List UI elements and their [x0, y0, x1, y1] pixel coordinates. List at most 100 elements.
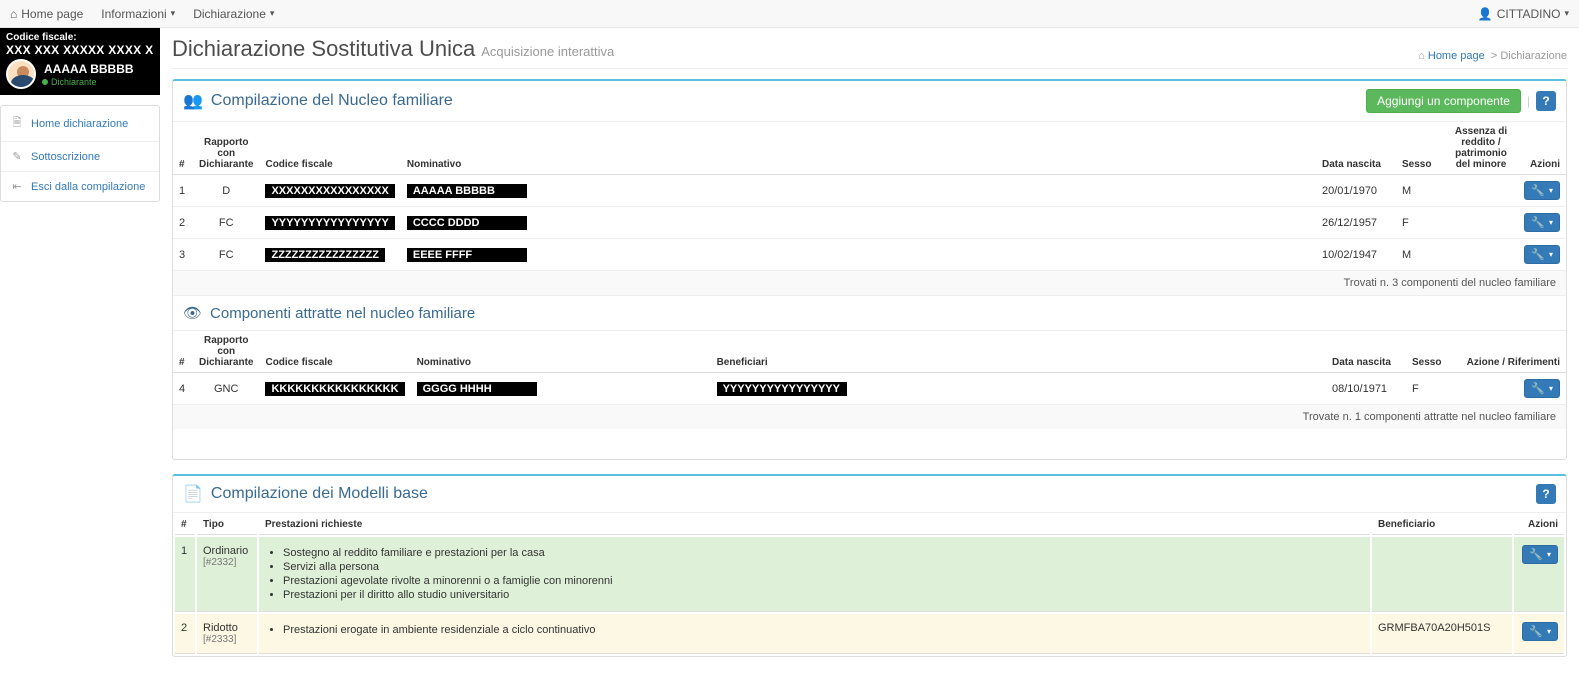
- help-button[interactable]: ?: [1536, 484, 1556, 504]
- cell-prestazioni: Prestazioni erogate in ambiente residenz…: [259, 614, 1370, 654]
- document-icon: 🗎: [11, 114, 23, 133]
- cf-value: XXX XXX XXXXX XXXX X: [6, 43, 154, 57]
- cell-idx: 4: [173, 373, 193, 405]
- cell-sesso: F: [1396, 207, 1446, 239]
- add-componente-button[interactable]: Aggiungi un componente: [1366, 89, 1521, 113]
- wrench-icon: 🔧: [1531, 248, 1545, 261]
- help-button[interactable]: ?: [1536, 91, 1556, 111]
- nav-home[interactable]: ⌂Home page: [10, 7, 83, 21]
- caret-down-icon: ▾: [1564, 8, 1569, 19]
- wrench-icon: 🔧: [1529, 548, 1543, 561]
- cell-beneficiario: GRMFBA70A20H501S: [1372, 614, 1512, 654]
- prestazione-item: Servizi alla persona: [283, 561, 1364, 573]
- cell-cf: XXXXXXXXXXXXXXXX: [259, 175, 400, 207]
- attratte-table: # Rapporto con Dichiarante Codice fiscal…: [173, 331, 1566, 405]
- panel-attratte-title: 👁Componenti attratte nel nucleo familiar…: [183, 304, 1556, 322]
- menu-sottoscrizione[interactable]: ✎Sottoscrizione: [1, 142, 159, 172]
- identity-box: Codice fiscale: XXX XXX XXXXX XXXX X AAA…: [0, 28, 160, 95]
- prestazione-item: Prestazioni erogate in ambiente residenz…: [283, 624, 1364, 636]
- cell-sesso: F: [1406, 373, 1456, 405]
- home-icon: ⌂: [10, 7, 17, 21]
- wrench-icon: 🔧: [1529, 625, 1543, 638]
- exit-icon: ⇤: [11, 180, 23, 193]
- col-nascita: Data nascita: [1316, 122, 1396, 175]
- file-icon: 📄: [183, 484, 203, 504]
- panel-nucleo: 👥Compilazione del Nucleo familiare Aggiu…: [172, 79, 1567, 460]
- cell-cf: ZZZZZZZZZZZZZZZZ: [259, 239, 400, 271]
- prestazione-item: Prestazioni agevolate rivolte a minorenn…: [283, 575, 1364, 587]
- cf-label: Codice fiscale:: [6, 32, 154, 43]
- avatar: [6, 59, 36, 89]
- col-a-azioni: Azione / Riferimenti: [1456, 331, 1566, 373]
- eye-icon: 👁: [183, 304, 202, 322]
- table-row: 1Ordinario[#2332]Sostegno al reddito fam…: [175, 537, 1564, 612]
- actions-button[interactable]: 🔧▾: [1524, 245, 1560, 264]
- col-assenza: Assenza di reddito / patrimonio del mino…: [1446, 122, 1516, 175]
- nav-user[interactable]: 👤CITTADINO▾: [1478, 7, 1569, 21]
- cell-code: [#2332]: [203, 557, 251, 568]
- cell-cf: YYYYYYYYYYYYYYYY: [259, 207, 400, 239]
- caret-down-icon: ▾: [1549, 218, 1553, 227]
- cell-assenza: [1446, 207, 1516, 239]
- menu-esci[interactable]: ⇤Esci dalla compilazione: [1, 172, 159, 201]
- col-m-prest: Prestazioni richieste: [259, 515, 1370, 535]
- edit-icon: ✎: [11, 150, 23, 163]
- breadcrumb-home[interactable]: Home page: [1428, 50, 1485, 62]
- cell-sesso: M: [1396, 175, 1446, 207]
- modelli-table: # Tipo Prestazioni richieste Beneficiari…: [173, 513, 1566, 656]
- cell-code: [#2333]: [203, 634, 251, 645]
- cell-nascita: 08/10/1971: [1326, 373, 1406, 405]
- actions-button[interactable]: 🔧▾: [1524, 181, 1560, 200]
- wrench-icon: 🔧: [1531, 216, 1545, 229]
- panel-nucleo-title: 👥Compilazione del Nucleo familiare: [183, 91, 453, 111]
- cell-nome: EEEE FFFF: [401, 239, 1316, 271]
- breadcrumb: ⌂ Home page > Dichiarazione: [1418, 50, 1567, 62]
- caret-down-icon: ▾: [171, 8, 176, 19]
- cell-nome: GGGG HHHH: [411, 373, 711, 405]
- col-cf: Codice fiscale: [259, 122, 400, 175]
- actions-button[interactable]: 🔧▾: [1522, 545, 1558, 564]
- col-nome: Nominativo: [401, 122, 1316, 175]
- caret-down-icon: ▾: [1549, 250, 1553, 259]
- cell-idx: 3: [173, 239, 193, 271]
- cell-assenza: [1446, 239, 1516, 271]
- cell-nascita: 10/02/1947: [1316, 239, 1396, 271]
- caret-down-icon: ▾: [1549, 384, 1553, 393]
- col-azioni: Azioni: [1516, 122, 1566, 175]
- cell-cf: KKKKKKKKKKKKKKKK: [259, 373, 410, 405]
- col-a-cf: Codice fiscale: [259, 331, 410, 373]
- actions-button[interactable]: 🔧▾: [1524, 213, 1560, 232]
- cell-idx: 1: [175, 537, 195, 612]
- nucleo-table: # Rapporto con Dichiarante Codice fiscal…: [173, 122, 1566, 271]
- col-rapporto: Rapporto con Dichiarante: [193, 122, 259, 175]
- col-a-sesso: Sesso: [1406, 331, 1456, 373]
- wrench-icon: 🔧: [1531, 382, 1545, 395]
- panel-modelli-title: 📄Compilazione dei Modelli base: [183, 484, 428, 504]
- actions-button[interactable]: 🔧▾: [1522, 622, 1558, 641]
- cell-nascita: 26/12/1957: [1316, 207, 1396, 239]
- col-a-nome: Nominativo: [411, 331, 711, 373]
- actions-button[interactable]: 🔧▾: [1524, 379, 1560, 398]
- cell-azioni: 🔧▾: [1516, 175, 1566, 207]
- table-row: 1DXXXXXXXXXXXXXXXXAAAAA BBBBB20/01/1970M…: [173, 175, 1566, 207]
- nav-informazioni[interactable]: Informazioni▾: [101, 7, 175, 21]
- cell-rapporto: D: [193, 175, 259, 207]
- col-m-benef: Beneficiario: [1372, 515, 1512, 535]
- cell-idx: 2: [173, 207, 193, 239]
- col-idx: #: [173, 122, 193, 175]
- cell-tipo: Ordinario[#2332]: [197, 537, 257, 612]
- wrench-icon: 🔧: [1531, 184, 1545, 197]
- menu-home-dichiarazione[interactable]: 🗎Home dichiarazione: [1, 106, 159, 142]
- cell-idx: 1: [173, 175, 193, 207]
- nav-dichiarazione[interactable]: Dichiarazione▾: [193, 7, 274, 21]
- cell-azioni: 🔧▾: [1516, 239, 1566, 271]
- nucleo-footer: Trovati n. 3 componenti del nucleo famil…: [173, 271, 1566, 295]
- col-m-tipo: Tipo: [197, 515, 257, 535]
- cell-azioni: 🔧▾: [1456, 373, 1566, 405]
- cell-prestazioni: Sostegno al reddito familiare e prestazi…: [259, 537, 1370, 612]
- caret-down-icon: ▾: [1549, 186, 1553, 195]
- user-icon: 👤: [1478, 7, 1493, 21]
- home-icon: ⌂: [1418, 50, 1425, 62]
- table-row: 4GNCKKKKKKKKKKKKKKKKGGGG HHHHYYYYYYYYYYY…: [173, 373, 1566, 405]
- panel-modelli: 📄Compilazione dei Modelli base ? # Tipo …: [172, 474, 1567, 657]
